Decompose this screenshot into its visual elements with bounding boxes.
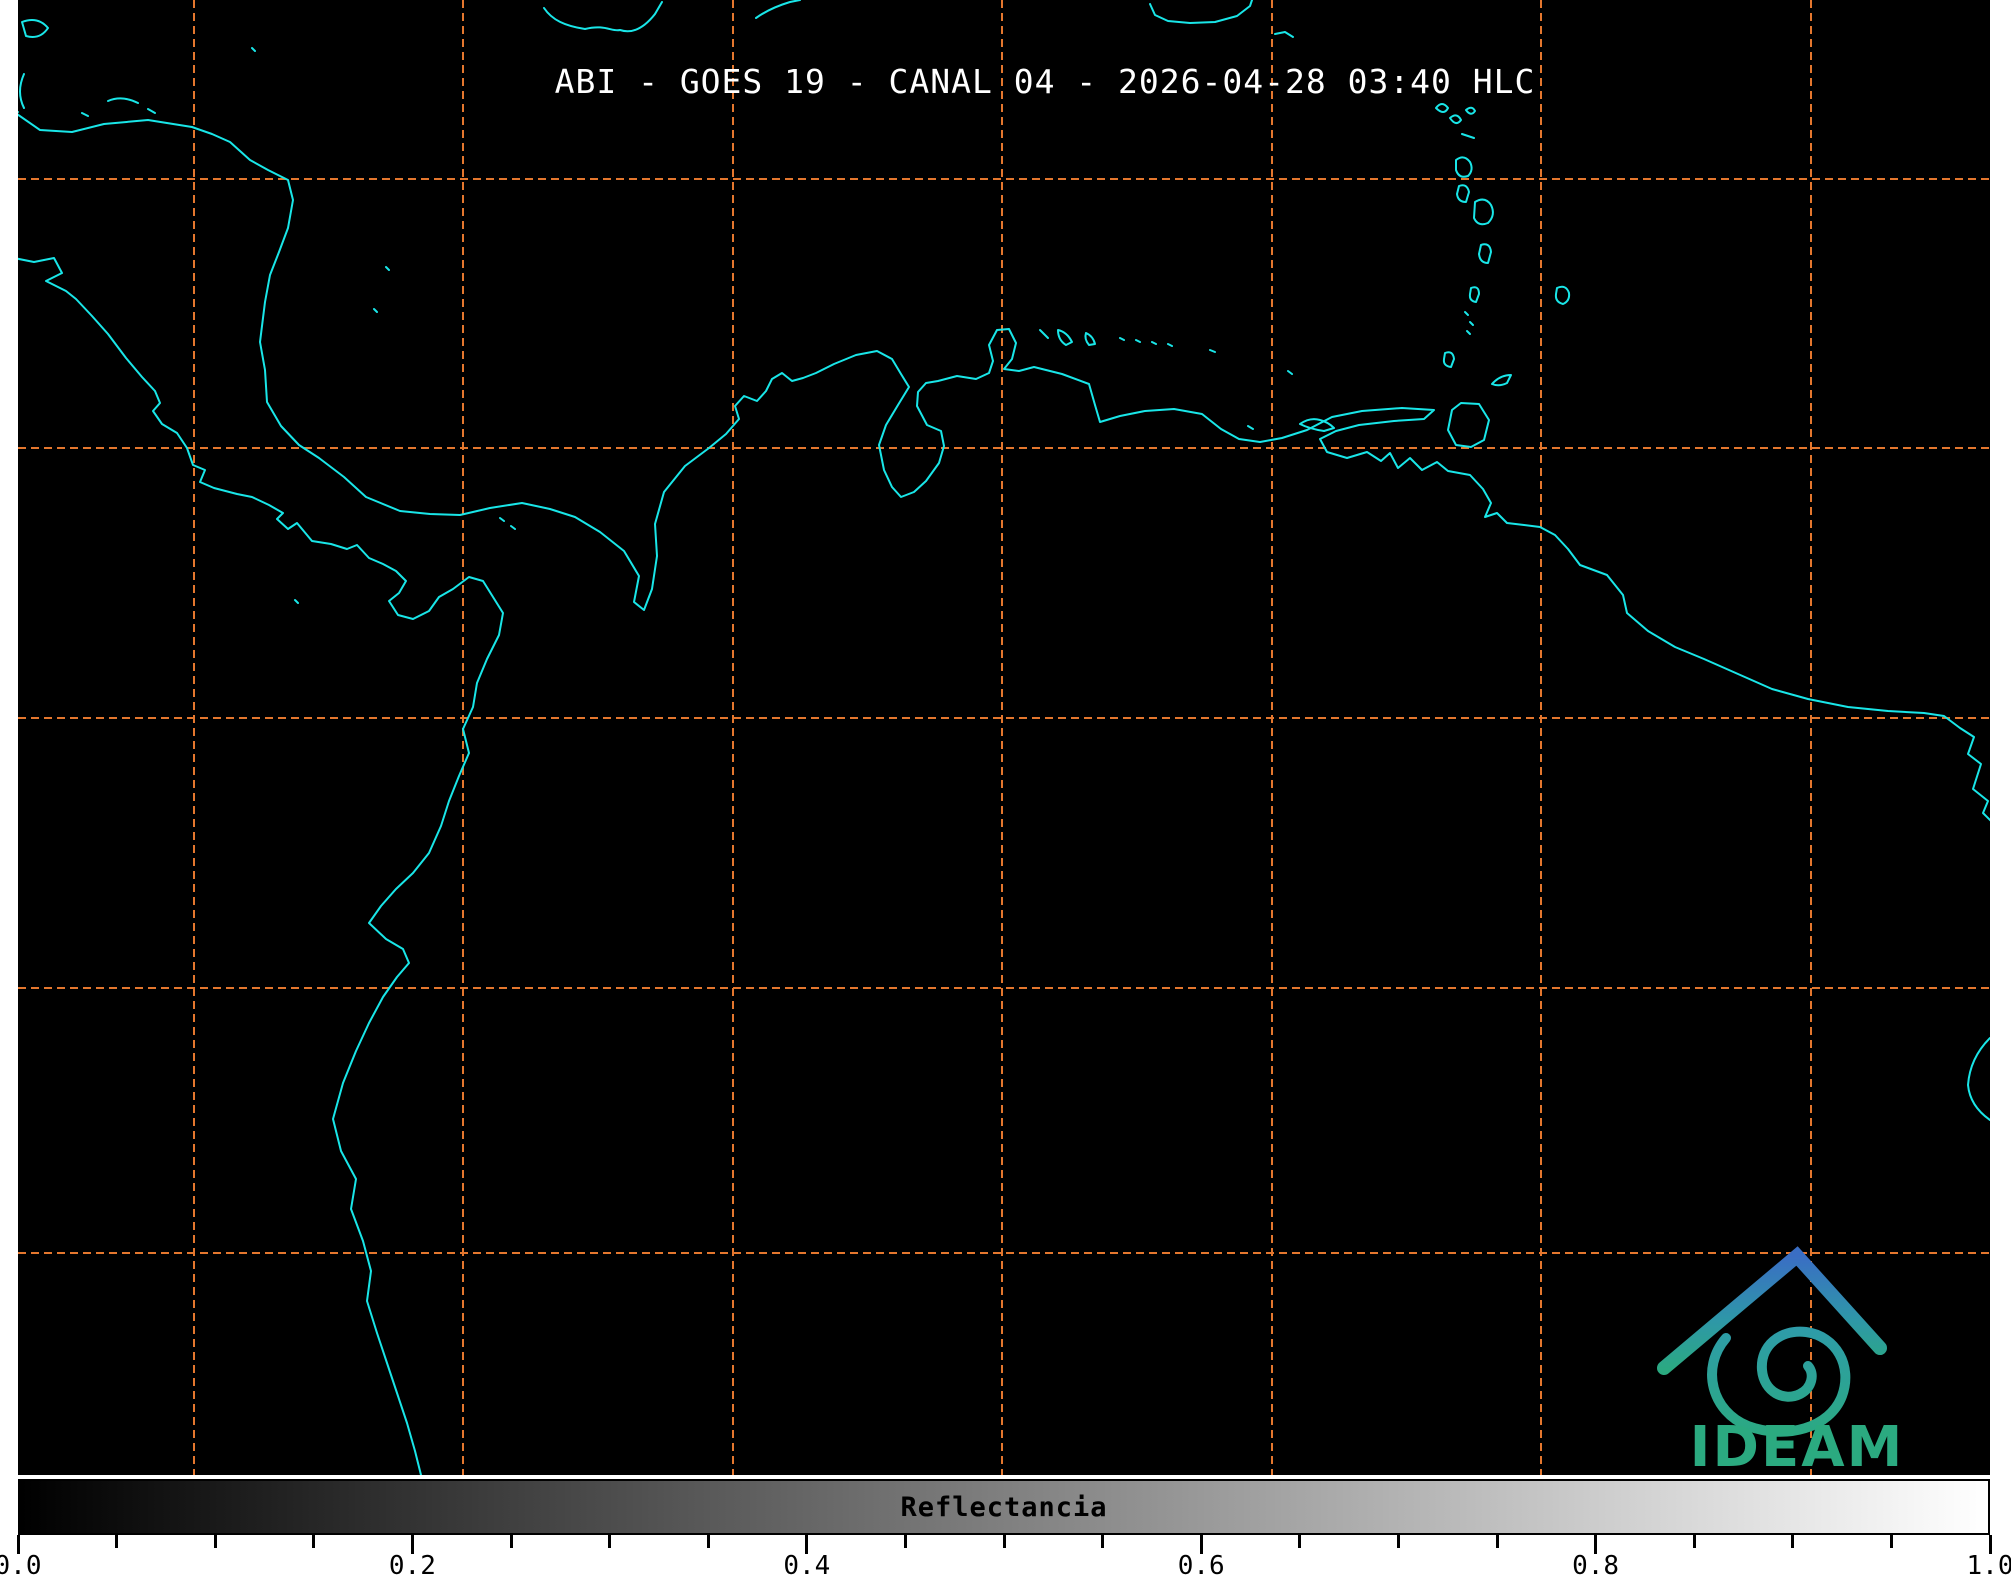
colorbar-tick-label: 0.2 [388,1551,436,1577]
colorbar-tick-label: 0.0 [0,1551,42,1577]
colorbar-label: Reflectancia [900,1492,1108,1523]
coastline-layer [18,0,1990,1475]
colorbar-tick-label: 0.6 [1177,1551,1225,1577]
st-vincent-island [1468,286,1480,303]
pacific-coastline [18,257,504,1475]
colorbar-minor-tick [706,1535,710,1548]
colorbar-minor-tick [1692,1535,1696,1548]
colorbar-minor-tick [903,1535,907,1548]
ideam-logo [1657,1246,1887,1437]
yucatan-fragments [18,19,49,114]
hispaniola-coast [543,1,663,33]
vieques-island [1274,31,1294,38]
colorbar-minor-tick [1002,1535,1006,1548]
satellite-map-canvas: ABI - GOES 19 - CANAL 04 - 2026-04-28 03… [18,0,1990,1480]
grenadines-dots [1464,311,1474,335]
martinique-island [1473,198,1494,226]
brazil-coast-arc [1967,1037,1990,1121]
colorbar-minor-tick [115,1535,119,1548]
product-title: ABI - GOES 19 - CANAL 04 - 2026-04-28 03… [554,62,1536,101]
colorbar-tick-label: 1.0 [1966,1551,2011,1577]
curacao-island [1057,329,1073,346]
panama-offshore-dots [294,517,516,604]
colorbar-minor-tick [1396,1535,1400,1548]
bonaire-island [1084,332,1096,346]
dominica-island [1456,184,1470,203]
roatan-island [81,97,156,117]
los-roques-dots [1119,337,1293,375]
island-fragment [755,0,801,19]
colorbar-minor-tick [312,1535,316,1548]
colorbar-minor-tick [213,1535,217,1548]
ideam-logo-text: IDEAM [1689,1415,1905,1480]
colorbar-minor-tick [509,1535,513,1548]
colorbar-minor-tick [1495,1535,1499,1548]
logo-mountain-icon [1657,1246,1887,1375]
caribbean-coastline [18,113,1990,822]
aruba-island [1039,329,1049,339]
graticule-gridlines [18,0,1990,1475]
colorbar-minor-tick [1101,1535,1105,1548]
colorbar-minor-tick [1298,1535,1302,1548]
colorbar-minor-tick [1791,1535,1795,1548]
margarita-island [1247,418,1335,432]
st-lucia-island [1478,243,1492,264]
colorbar-minor-tick [608,1535,612,1548]
barbados-island [1554,285,1571,305]
guadeloupe-island [1455,156,1473,178]
colorbar-tick-label: 0.4 [783,1551,831,1577]
colorbar-tick-label: 0.8 [1572,1551,1620,1577]
colorbar-minor-tick [1889,1535,1893,1548]
trinidad-island [1447,402,1490,448]
map-graphics [18,0,1990,1475]
satellite-product-figure: ABI - GOES 19 - CANAL 04 - 2026-04-28 03… [0,0,2011,1577]
tobago-island [1491,374,1512,387]
antigua-islands [1435,103,1476,139]
puerto-rico-coast [1149,0,1253,24]
grenada-island [1442,351,1455,368]
